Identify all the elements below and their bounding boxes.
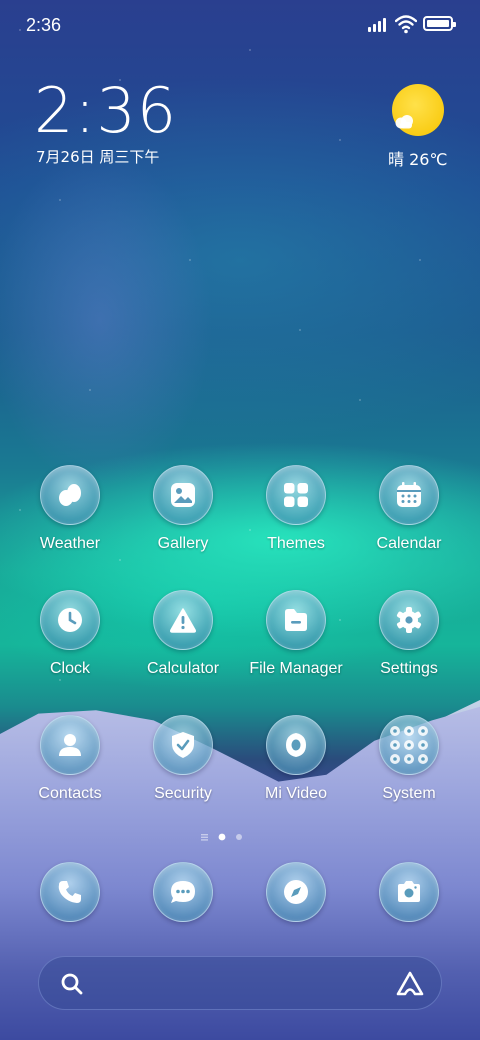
- app-contacts[interactable]: Contacts: [15, 715, 125, 803]
- dock-browser[interactable]: [241, 862, 351, 922]
- app-calendar[interactable]: Calendar: [354, 465, 464, 553]
- app-label: Settings: [380, 660, 438, 677]
- file-manager-icon: [266, 590, 326, 650]
- app-system-folder[interactable]: System: [354, 715, 464, 803]
- app-label: Weather: [39, 535, 101, 552]
- security-icon: [153, 715, 213, 775]
- system-folder-icon: [379, 715, 439, 775]
- search-bar[interactable]: [38, 956, 442, 1010]
- app-label: Calendar: [376, 535, 442, 552]
- app-label: Contacts: [38, 785, 102, 802]
- app-label: File Manager: [249, 660, 343, 677]
- app-mi-video[interactable]: Mi Video: [241, 715, 351, 803]
- clock-widget-time[interactable]: 2:36: [34, 76, 177, 146]
- clock-icon: [40, 590, 100, 650]
- wifi-icon: [394, 14, 418, 34]
- mi-video-icon: [266, 715, 326, 775]
- clock-widget-date[interactable]: 7月26日 周三下午: [36, 146, 159, 167]
- app-security[interactable]: Security: [128, 715, 238, 803]
- dock-phone[interactable]: [15, 862, 125, 922]
- app-clock[interactable]: Clock: [15, 590, 125, 678]
- app-file-manager[interactable]: File Manager: [241, 590, 351, 678]
- app-settings[interactable]: Settings: [354, 590, 464, 678]
- assistant-icon[interactable]: [395, 970, 425, 998]
- dock-messages[interactable]: [128, 862, 238, 922]
- app-label: Mi Video: [265, 785, 327, 802]
- app-label: Themes: [267, 535, 325, 552]
- app-label: Clock: [49, 660, 90, 677]
- signal-bars-icon: [368, 17, 390, 32]
- dock-camera[interactable]: [354, 862, 464, 922]
- phone-icon: [40, 862, 100, 922]
- battery-icon: [423, 16, 456, 31]
- status-bar: 2:36: [0, 0, 480, 50]
- app-label: Security: [154, 785, 212, 802]
- search-icon[interactable]: [59, 971, 85, 997]
- settings-icon: [379, 590, 439, 650]
- app-themes[interactable]: Themes: [241, 465, 351, 553]
- weather-widget-text[interactable]: 晴 26℃: [388, 146, 447, 170]
- calculator-icon: [153, 590, 213, 650]
- cloud-icon: [394, 115, 416, 129]
- calendar-icon: [379, 465, 439, 525]
- app-calculator[interactable]: Calculator: [128, 590, 238, 678]
- weather-icon: [40, 465, 100, 525]
- themes-icon: [266, 465, 326, 525]
- app-label: Gallery: [157, 535, 209, 552]
- app-gallery[interactable]: Gallery: [128, 465, 238, 553]
- app-label: Calculator: [146, 660, 220, 677]
- camera-icon: [379, 862, 439, 922]
- app-weather[interactable]: Weather: [15, 465, 125, 553]
- contacts-icon: [40, 715, 100, 775]
- page-indicator[interactable]: [198, 830, 248, 842]
- gallery-icon: [153, 465, 213, 525]
- messages-icon: [153, 862, 213, 922]
- status-time: 2:36: [26, 15, 62, 35]
- app-label: System: [382, 785, 436, 802]
- browser-icon: [266, 862, 326, 922]
